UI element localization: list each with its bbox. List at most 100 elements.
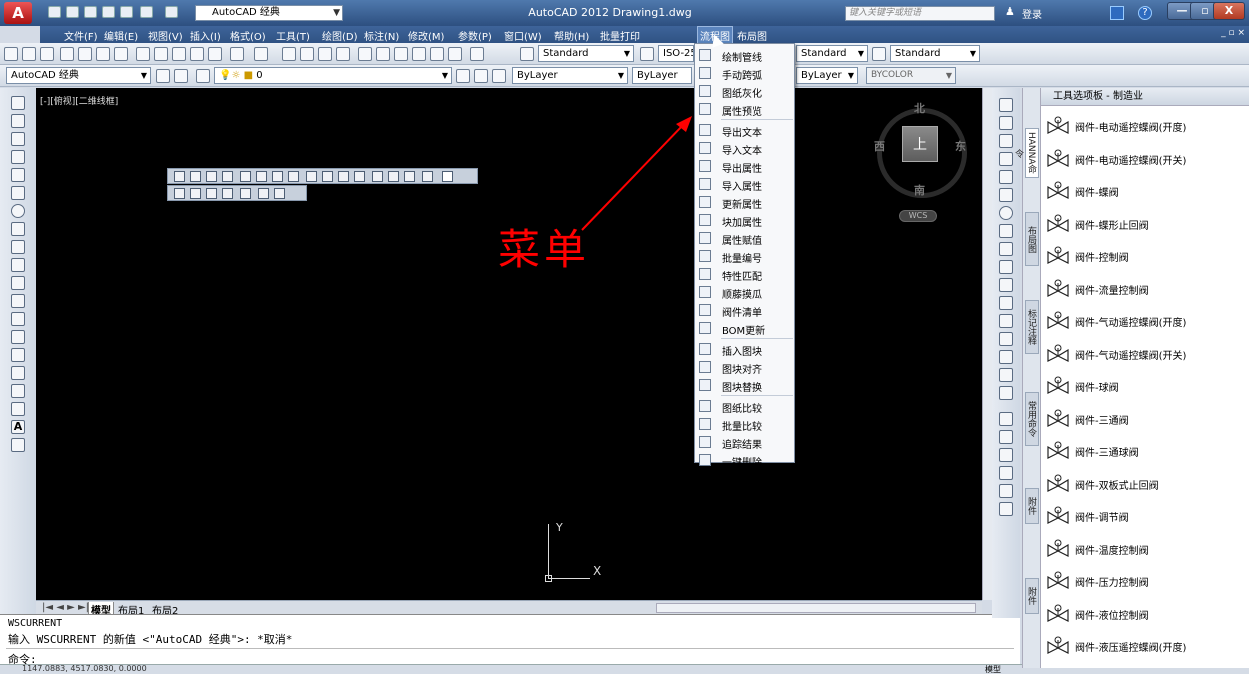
dropdown-item[interactable]: BOM更新	[695, 319, 794, 337]
explode-alt-icon[interactable]	[999, 386, 1013, 400]
model-space-toggle[interactable]: 模型	[985, 664, 1001, 674]
zoom-window-icon[interactable]	[318, 47, 332, 61]
exchange-icon[interactable]	[1110, 6, 1124, 20]
compass-east[interactable]: 东	[955, 138, 966, 154]
dim-style-icon[interactable]	[640, 47, 654, 61]
extend-icon[interactable]	[999, 278, 1013, 292]
undo-icon[interactable]	[230, 47, 244, 61]
dropdown-item[interactable]: 特性匹配	[695, 265, 794, 283]
copy-icon[interactable]	[999, 116, 1013, 130]
delete-all-icon[interactable]	[274, 188, 285, 199]
drawing-canvas[interactable]: [-][俯视][二维线框] 上 北 南 东 西 WCS 菜单 Y X	[36, 88, 982, 600]
preview-icon[interactable]	[78, 47, 92, 61]
scale-icon[interactable]	[999, 224, 1013, 238]
draw-order-icon[interactable]	[999, 412, 1013, 426]
mirror-icon[interactable]	[999, 134, 1013, 148]
zoom-previous-icon[interactable]	[336, 47, 350, 61]
dropdown-item[interactable]: 绘制管线	[695, 46, 794, 64]
workspace-settings-icon[interactable]	[156, 69, 170, 83]
new-file-icon[interactable]	[48, 6, 61, 18]
multileader-style-select[interactable]: Standard ▼	[890, 45, 980, 62]
palette-tab-layout[interactable]: 布局图	[1025, 212, 1039, 266]
tool-palettes-icon[interactable]	[394, 47, 408, 61]
bom-update-icon[interactable]	[422, 171, 433, 182]
dropdown-item[interactable]: 导出属性	[695, 157, 794, 175]
ellipse-icon[interactable]	[11, 258, 25, 272]
table-style-select[interactable]: Standard ▼	[796, 45, 868, 62]
palette-item[interactable]: 阀件-球阀	[1041, 372, 1249, 398]
palette-item[interactable]: 阀件-压力控制阀	[1041, 567, 1249, 593]
dropdown-item[interactable]: 导入属性	[695, 175, 794, 193]
compass-west[interactable]: 西	[874, 138, 885, 154]
redo-icon[interactable]	[254, 47, 268, 61]
horizontal-scrollbar[interactable]	[656, 603, 976, 613]
move-icon[interactable]	[999, 188, 1013, 202]
plotstyle-select[interactable]: BYCOLOR ▼	[866, 67, 956, 84]
tab-nav-icon[interactable]: |◄ ◄ ► ►|	[40, 602, 91, 613]
text-front-icon[interactable]	[999, 502, 1013, 516]
stretch-icon[interactable]	[999, 242, 1013, 256]
send-back-icon[interactable]	[999, 448, 1013, 462]
save-icon[interactable]	[40, 47, 54, 61]
palette-item[interactable]: 阀件-三通球阀	[1041, 437, 1249, 463]
compass-north[interactable]: 北	[914, 100, 925, 116]
palette-item[interactable]: 阀件-双板式止回阀	[1041, 470, 1249, 496]
save-as-icon[interactable]	[102, 6, 115, 18]
menu-help[interactable]: 帮助(H)	[554, 28, 589, 43]
palette-tab-hanna[interactable]: HANNA命令	[1013, 128, 1039, 178]
menu-view[interactable]: 视图(V)	[148, 28, 183, 43]
pipe-draw-icon[interactable]	[174, 171, 185, 182]
erase-icon[interactable]	[999, 98, 1013, 112]
calculator-icon[interactable]	[448, 47, 462, 61]
palette-item[interactable]: 阀件-控制阀	[1041, 242, 1249, 268]
block-editor-icon[interactable]	[208, 47, 222, 61]
menu-draw[interactable]: 绘图(D)	[322, 28, 358, 43]
fillet-icon[interactable]	[999, 350, 1013, 364]
menu-dimension[interactable]: 标注(N)	[364, 28, 399, 43]
open-icon[interactable]	[22, 47, 36, 61]
clear-icon[interactable]	[240, 188, 251, 199]
trace-result-icon[interactable]	[206, 188, 217, 199]
menu-layout[interactable]: 布局图	[737, 28, 767, 43]
linetype-select[interactable]: ByLayer	[632, 67, 692, 84]
ellipse-arc-icon[interactable]	[11, 276, 25, 290]
gradient-icon[interactable]	[11, 366, 25, 380]
redo-icon[interactable]	[165, 6, 178, 18]
match-properties-icon[interactable]	[190, 47, 204, 61]
menu-batch-print[interactable]: 批量打印	[600, 28, 640, 43]
login-button[interactable]: 登录	[1022, 6, 1042, 21]
3d-print-icon[interactable]	[114, 47, 128, 61]
region-icon[interactable]	[11, 384, 25, 398]
match-properties-icon[interactable]	[388, 171, 399, 182]
table-icon[interactable]	[11, 402, 25, 416]
zoom-realtime-icon[interactable]	[300, 47, 314, 61]
viewport-controls[interactable]: [-][俯视][二维线框]	[40, 94, 118, 107]
dropdown-item[interactable]: 图块对齐	[695, 358, 794, 376]
print-icon[interactable]	[120, 6, 133, 18]
dropdown-item[interactable]: 图纸比较	[695, 397, 794, 415]
design-center-icon[interactable]	[376, 47, 390, 61]
rotate-icon[interactable]	[999, 206, 1013, 220]
trim-icon[interactable]	[999, 260, 1013, 274]
palette-item[interactable]: 阀件-三通阀	[1041, 405, 1249, 431]
palette-item[interactable]: 阀件-调节阀	[1041, 502, 1249, 528]
autocad-logo-icon[interactable]: A	[4, 2, 32, 24]
help-icon[interactable]	[470, 47, 484, 61]
lineweight-select[interactable]: ByLayer ▼	[796, 67, 858, 84]
markup-icon[interactable]	[430, 47, 444, 61]
break-icon[interactable]	[999, 296, 1013, 310]
send-under-icon[interactable]	[999, 484, 1013, 498]
dropdown-item[interactable]: 批量编号	[695, 247, 794, 265]
attribute-icon[interactable]	[258, 188, 269, 199]
copy-icon[interactable]	[154, 47, 168, 61]
palette-tab-annotation[interactable]: 标记注释	[1025, 300, 1039, 354]
dropdown-item[interactable]: 导出文本	[695, 121, 794, 139]
menu-insert[interactable]: 插入(I)	[190, 28, 221, 43]
palette-tab-attachment-2[interactable]: 附件	[1025, 578, 1039, 614]
menu-tools[interactable]: 工具(T)	[276, 28, 310, 43]
bring-above-icon[interactable]	[999, 466, 1013, 480]
workspace-select[interactable]: AutoCAD 经典 ▼	[6, 67, 151, 84]
palette-item[interactable]: 阀件-液压遥控蝶阀(开度)	[1041, 632, 1249, 658]
attribute-preview-icon[interactable]	[222, 171, 233, 182]
color-select[interactable]: ByLayer ▼	[512, 67, 628, 84]
